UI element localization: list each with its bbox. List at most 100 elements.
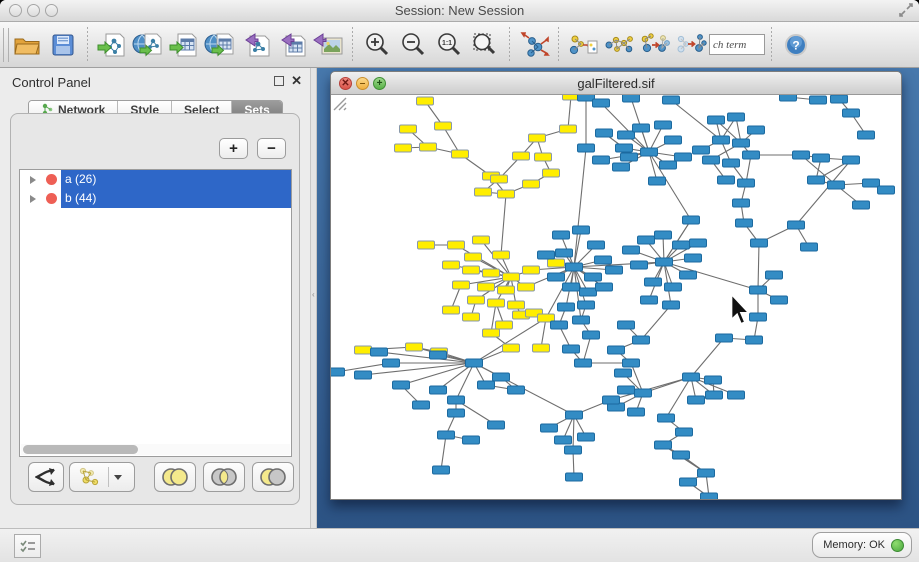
zoom-out-icon[interactable] (395, 26, 431, 64)
graph-node[interactable] (688, 396, 705, 404)
graph-node[interactable] (801, 243, 818, 251)
graph-node[interactable] (641, 148, 658, 156)
graph-edge[interactable] (574, 148, 586, 267)
graph-node[interactable] (858, 131, 875, 139)
import-network-file-icon[interactable] (94, 26, 130, 64)
graph-node[interactable] (475, 188, 492, 196)
graph-node[interactable] (676, 428, 693, 436)
graph-node[interactable] (603, 396, 620, 404)
zoom-in-icon[interactable] (359, 26, 395, 64)
set-intersection-button[interactable] (203, 462, 245, 492)
export-image-icon[interactable] (310, 26, 346, 64)
graph-node[interactable] (566, 473, 583, 481)
graph-node[interactable] (535, 153, 552, 161)
graph-node[interactable] (331, 368, 345, 376)
graph-node[interactable] (746, 336, 763, 344)
graph-node[interactable] (655, 121, 672, 129)
graph-node[interactable] (633, 336, 650, 344)
graph-node[interactable] (701, 493, 718, 499)
graph-node[interactable] (448, 396, 465, 404)
graph-node[interactable] (438, 431, 455, 439)
graph-node[interactable] (743, 151, 760, 159)
horizontal-scrollbar[interactable] (21, 444, 290, 455)
graph-node[interactable] (523, 266, 540, 274)
expander-icon[interactable] (30, 195, 36, 203)
graph-node[interactable] (708, 116, 725, 124)
graph-node[interactable] (673, 451, 690, 459)
network-graph[interactable] (331, 95, 901, 499)
graph-node[interactable] (548, 273, 565, 281)
graph-node[interactable] (675, 153, 692, 161)
graph-node[interactable] (565, 446, 582, 454)
graph-node[interactable] (533, 344, 550, 352)
graph-node[interactable] (828, 181, 845, 189)
graph-node[interactable] (556, 249, 573, 257)
graph-node[interactable] (466, 359, 483, 367)
graph-node[interactable] (503, 344, 520, 352)
graph-node[interactable] (355, 346, 372, 354)
export-table-icon[interactable] (274, 26, 310, 64)
graph-node[interactable] (685, 254, 702, 262)
graph-node[interactable] (558, 303, 575, 311)
graph-node[interactable] (463, 313, 480, 321)
task-history-button[interactable] (14, 534, 41, 558)
window-titlebar[interactable]: Session: New Session (0, 0, 919, 22)
graph-node[interactable] (563, 283, 580, 291)
graph-node[interactable] (483, 269, 500, 277)
graph-node[interactable] (583, 331, 600, 339)
graph-node[interactable] (371, 348, 388, 356)
graph-node[interactable] (496, 321, 513, 329)
graph-node[interactable] (400, 125, 417, 133)
graph-node[interactable] (705, 376, 722, 384)
graph-node[interactable] (665, 136, 682, 144)
graph-node[interactable] (355, 371, 372, 379)
collapse-divider-icon[interactable]: ‹ (312, 290, 316, 299)
import-table-url-icon[interactable] (202, 26, 238, 64)
graph-node[interactable] (628, 408, 645, 416)
graph-node[interactable] (430, 351, 447, 359)
graph-node[interactable] (751, 239, 768, 247)
float-panel-icon[interactable] (274, 76, 284, 86)
graph-node[interactable] (543, 169, 560, 177)
graph-node[interactable] (529, 134, 546, 142)
graph-node[interactable] (703, 156, 720, 164)
graph-node[interactable] (553, 231, 570, 239)
graph-node[interactable] (635, 389, 652, 397)
graph-node[interactable] (656, 258, 673, 266)
graph-node[interactable] (638, 236, 655, 244)
graph-node[interactable] (706, 391, 723, 399)
graph-node[interactable] (463, 436, 480, 444)
graph-node[interactable] (448, 409, 465, 417)
split-set-button[interactable] (28, 462, 64, 492)
graph-node[interactable] (473, 236, 490, 244)
export-network-icon[interactable] (238, 26, 274, 64)
graph-node[interactable] (463, 266, 480, 274)
help-icon[interactable]: ? (778, 26, 814, 64)
graph-node[interactable] (655, 441, 672, 449)
graph-node[interactable] (503, 273, 520, 281)
graph-node[interactable] (578, 144, 595, 152)
graph-node[interactable] (716, 334, 733, 342)
graph-node[interactable] (693, 146, 710, 154)
graph-node[interactable] (478, 283, 495, 291)
graph-node[interactable] (588, 241, 605, 249)
graph-node[interactable] (478, 381, 495, 389)
graph-node[interactable] (613, 163, 630, 171)
graph-node[interactable] (606, 266, 623, 274)
graph-node[interactable] (813, 154, 830, 162)
graph-node[interactable] (733, 139, 750, 147)
graph-edge[interactable] (568, 96, 571, 129)
open-session-icon[interactable] (9, 26, 45, 64)
graph-node[interactable] (663, 96, 680, 104)
graph-node[interactable] (555, 436, 572, 444)
graph-node[interactable] (406, 343, 423, 351)
set-union-button[interactable] (154, 462, 196, 492)
graph-node[interactable] (493, 251, 510, 259)
graph-node[interactable] (690, 239, 707, 247)
graph-node[interactable] (595, 256, 612, 264)
graph-node[interactable] (468, 296, 485, 304)
graph-node[interactable] (663, 301, 680, 309)
graph-node[interactable] (615, 369, 632, 377)
save-session-icon[interactable] (45, 26, 81, 64)
graph-node[interactable] (491, 175, 508, 183)
